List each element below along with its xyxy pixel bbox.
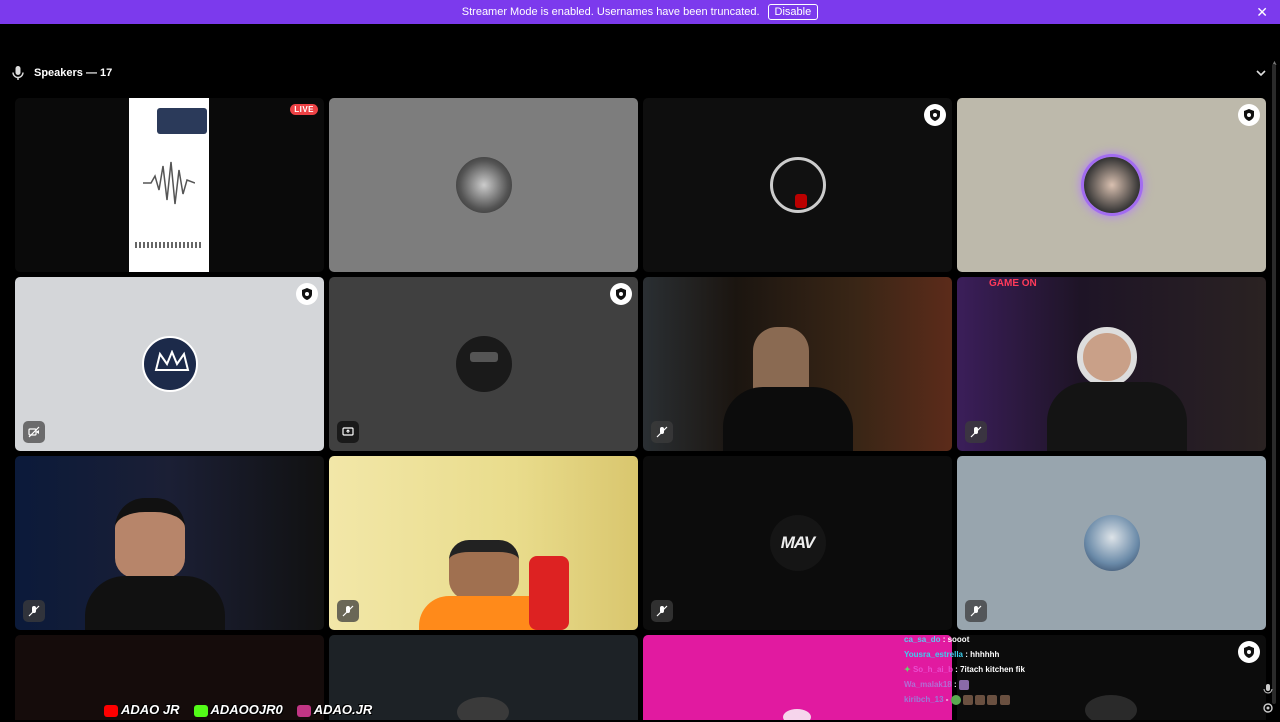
participant-tile[interactable]	[15, 277, 324, 451]
emote-icon	[975, 694, 986, 705]
participant-video	[1077, 327, 1137, 387]
chevron-down-icon[interactable]	[1254, 66, 1268, 80]
participant-tile-video[interactable]	[329, 456, 638, 630]
chat-message: Yousra_estrella : hhhhhh	[904, 650, 1000, 659]
avatar-speaking	[1083, 157, 1140, 213]
mic-off-icon	[651, 600, 673, 622]
participant-tile[interactable]	[329, 635, 638, 720]
shield-icon	[616, 288, 626, 300]
close-icon[interactable]: ✕	[1256, 4, 1268, 20]
live-badge: LIVE	[290, 104, 318, 115]
avatar	[141, 336, 198, 392]
participant-tile[interactable]	[957, 98, 1266, 272]
moderator-badge	[924, 104, 946, 126]
video-off-icon	[23, 421, 45, 443]
avatar	[455, 157, 512, 213]
chat-message: ca_sa_do : sooot	[904, 635, 970, 644]
avatar-logo-text: MAV	[780, 533, 816, 552]
speakers-header[interactable]: Speakers — 17	[12, 64, 112, 82]
participant-tile-video[interactable]	[643, 277, 952, 451]
participant-tile-video[interactable]: GAME ON	[957, 277, 1266, 451]
social-instagram: ADAO.JR	[296, 702, 372, 717]
moderator-badge	[1238, 104, 1260, 126]
participant-tile[interactable]	[329, 277, 638, 451]
crown-logo-icon	[154, 350, 189, 371]
mic-off-icon	[965, 421, 987, 443]
moderator-badge	[610, 283, 632, 305]
kick-icon	[193, 704, 208, 717]
chat-message: kiribch_13 -	[904, 692, 1025, 707]
chat-message: ✦ So_h_ai_b : 7itach kitchen fik	[904, 665, 1025, 674]
participant-tile[interactable]: MAV	[643, 456, 952, 630]
participant-tile[interactable]	[329, 98, 638, 272]
stream-chat-overlay: ca_sa_do : sooot Yousra_estrella : hhhhh…	[904, 632, 1025, 707]
banner-message: Streamer Mode is enabled. Usernames have…	[461, 6, 760, 18]
avatar: MAV	[769, 515, 826, 571]
avatar	[1085, 695, 1137, 720]
disable-streamer-mode-button[interactable]: Disable	[767, 4, 819, 20]
stream-preview	[129, 98, 209, 272]
social-kick: ADAOOJR0	[193, 702, 283, 717]
settings-icon[interactable]	[1262, 702, 1274, 714]
participant-tile-video[interactable]	[15, 456, 324, 630]
mic-off-icon	[651, 421, 673, 443]
mic-off-icon	[965, 600, 987, 622]
moderator-badge	[296, 283, 318, 305]
avatar	[457, 697, 509, 720]
shield-icon	[1244, 646, 1254, 658]
speakers-count-label: Speakers — 17	[34, 67, 113, 79]
moderator-badge	[1238, 641, 1260, 663]
shield-icon	[930, 109, 940, 121]
mic-off-icon	[337, 600, 359, 622]
avatar	[783, 709, 811, 720]
youtube-icon	[104, 704, 118, 717]
social-handles-overlay: ADAO JR ADAOOJR0 ADAO.JR	[104, 702, 372, 717]
participant-video	[449, 540, 519, 600]
scrollbar-thumb[interactable]	[1272, 64, 1276, 704]
participant-tile[interactable]	[957, 456, 1266, 630]
avatar	[769, 157, 826, 213]
participant-video	[115, 498, 185, 578]
emote-icon	[958, 679, 969, 690]
mic-icon[interactable]	[1262, 684, 1274, 696]
avatar	[455, 336, 512, 392]
shield-icon	[1244, 109, 1254, 121]
waveform-icon	[143, 161, 195, 205]
scrollbar[interactable]: ▲	[1270, 60, 1278, 722]
social-youtube: ADAO JR	[104, 702, 180, 717]
neon-sign: GAME ON	[989, 278, 1037, 289]
participant-tile[interactable]	[643, 98, 952, 272]
emote-icon	[950, 694, 961, 705]
streamer-mode-banner: Streamer Mode is enabled. Usernames have…	[0, 0, 1280, 24]
chat-message: Wa_malak18 :	[904, 677, 1025, 692]
mic-icon	[12, 66, 24, 80]
shield-icon	[302, 288, 312, 300]
emote-icon	[999, 694, 1010, 705]
emote-icon	[962, 694, 973, 705]
mic-off-icon	[23, 600, 45, 622]
emote-icon	[987, 694, 998, 705]
instagram-icon	[296, 704, 311, 717]
screen-share-icon	[337, 421, 359, 443]
participant-tile-stream[interactable]: LIVE	[15, 98, 324, 272]
avatar	[1083, 515, 1140, 571]
